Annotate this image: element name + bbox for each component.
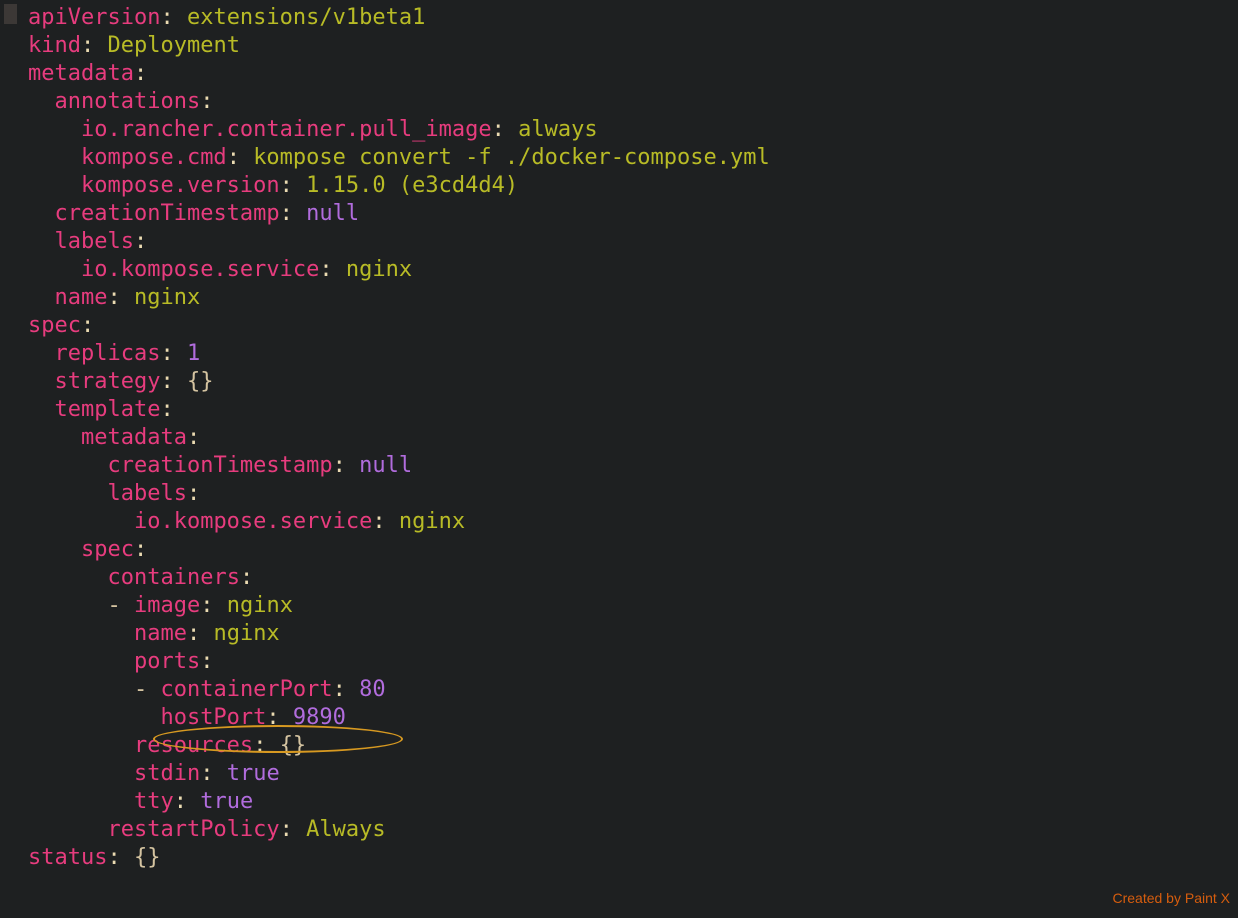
yaml-value: nginx xyxy=(346,257,412,282)
code-line: metadata: xyxy=(28,60,1238,88)
yaml-key: metadata xyxy=(81,425,187,450)
yaml-key: tty xyxy=(134,789,174,814)
editor-code-area[interactable]: apiVersion: extensions/v1beta1 kind: Dep… xyxy=(0,4,1238,872)
yaml-value: Deployment xyxy=(107,33,239,58)
code-line: io.rancher.container.pull_image: always xyxy=(28,116,1238,144)
yaml-key: ports xyxy=(134,649,200,674)
yaml-key: kind xyxy=(28,33,81,58)
code-line: spec: xyxy=(28,536,1238,564)
code-line: template: xyxy=(28,396,1238,424)
yaml-key: creationTimestamp xyxy=(55,201,280,226)
yaml-value: {} xyxy=(187,369,214,394)
code-line: resources: {} xyxy=(28,732,1238,760)
yaml-value: nginx xyxy=(134,285,200,310)
yaml-key: containerPort xyxy=(160,677,332,702)
yaml-key: containers xyxy=(107,565,239,590)
code-line: annotations: xyxy=(28,88,1238,116)
code-line: containers: xyxy=(28,564,1238,592)
yaml-key: stdin xyxy=(134,761,200,786)
yaml-key: creationTimestamp xyxy=(107,453,332,478)
yaml-key: io.rancher.container.pull_image xyxy=(81,117,492,142)
code-line: - containerPort: 80 xyxy=(28,676,1238,704)
yaml-value: null xyxy=(359,453,412,478)
watermark-text: Created by Paint X xyxy=(1112,884,1230,912)
yaml-value: {} xyxy=(134,845,161,870)
yaml-key: kompose.version xyxy=(81,173,280,198)
yaml-key: labels xyxy=(107,481,186,506)
code-line: kompose.cmd: kompose convert -f ./docker… xyxy=(28,144,1238,172)
code-line: labels: xyxy=(28,228,1238,256)
code-line: metadata: xyxy=(28,424,1238,452)
yaml-value: 9890 xyxy=(293,705,346,730)
yaml-value: {} xyxy=(280,733,307,758)
yaml-key: io.kompose.service xyxy=(134,509,372,534)
yaml-key: resources xyxy=(134,733,253,758)
yaml-key: apiVersion xyxy=(28,5,160,30)
code-line: labels: xyxy=(28,480,1238,508)
code-line: restartPolicy: Always xyxy=(28,816,1238,844)
yaml-value: 1.15.0 (e3cd4d4) xyxy=(306,173,518,198)
yaml-key: image xyxy=(134,593,200,618)
code-line: kind: Deployment xyxy=(28,32,1238,60)
yaml-key: strategy xyxy=(55,369,161,394)
yaml-key: io.kompose.service xyxy=(81,257,319,282)
code-line: apiVersion: extensions/v1beta1 xyxy=(28,4,1238,32)
yaml-value: true xyxy=(227,761,280,786)
yaml-value: true xyxy=(200,789,253,814)
code-line: - image: nginx xyxy=(28,592,1238,620)
code-line: name: nginx xyxy=(28,620,1238,648)
code-line: status: {} xyxy=(28,844,1238,872)
code-line: creationTimestamp: null xyxy=(28,452,1238,480)
yaml-key: replicas xyxy=(55,341,161,366)
yaml-value: nginx xyxy=(227,593,293,618)
yaml-key: restartPolicy xyxy=(107,817,279,842)
yaml-key: template xyxy=(55,397,161,422)
yaml-key: spec xyxy=(28,313,81,338)
yaml-value: extensions/v1beta1 xyxy=(187,5,425,30)
yaml-value: nginx xyxy=(399,509,465,534)
yaml-value: null xyxy=(306,201,359,226)
yaml-value: Always xyxy=(306,817,385,842)
code-line: io.kompose.service: nginx xyxy=(28,508,1238,536)
code-line: creationTimestamp: null xyxy=(28,200,1238,228)
yaml-key: labels xyxy=(55,229,134,254)
code-line: replicas: 1 xyxy=(28,340,1238,368)
code-line: name: nginx xyxy=(28,284,1238,312)
code-line: strategy: {} xyxy=(28,368,1238,396)
yaml-value: 1 xyxy=(187,341,200,366)
code-line: io.kompose.service: nginx xyxy=(28,256,1238,284)
yaml-value: always xyxy=(518,117,597,142)
yaml-key: metadata xyxy=(28,61,134,86)
yaml-key: annotations xyxy=(55,89,201,114)
code-line: ports: xyxy=(28,648,1238,676)
yaml-key: kompose.cmd xyxy=(81,145,227,170)
yaml-key: name xyxy=(134,621,187,646)
code-line: tty: true xyxy=(28,788,1238,816)
yaml-key: status xyxy=(28,845,107,870)
yaml-key: name xyxy=(55,285,108,310)
code-line: spec: xyxy=(28,312,1238,340)
code-line: kompose.version: 1.15.0 (e3cd4d4) xyxy=(28,172,1238,200)
yaml-key: spec xyxy=(81,537,134,562)
yaml-value: 80 xyxy=(359,677,386,702)
yaml-key: hostPort xyxy=(160,705,266,730)
code-line: hostPort: 9890 xyxy=(28,704,1238,732)
yaml-value: nginx xyxy=(213,621,279,646)
code-line: stdin: true xyxy=(28,760,1238,788)
yaml-value: kompose convert -f ./docker-compose.yml xyxy=(253,145,770,170)
